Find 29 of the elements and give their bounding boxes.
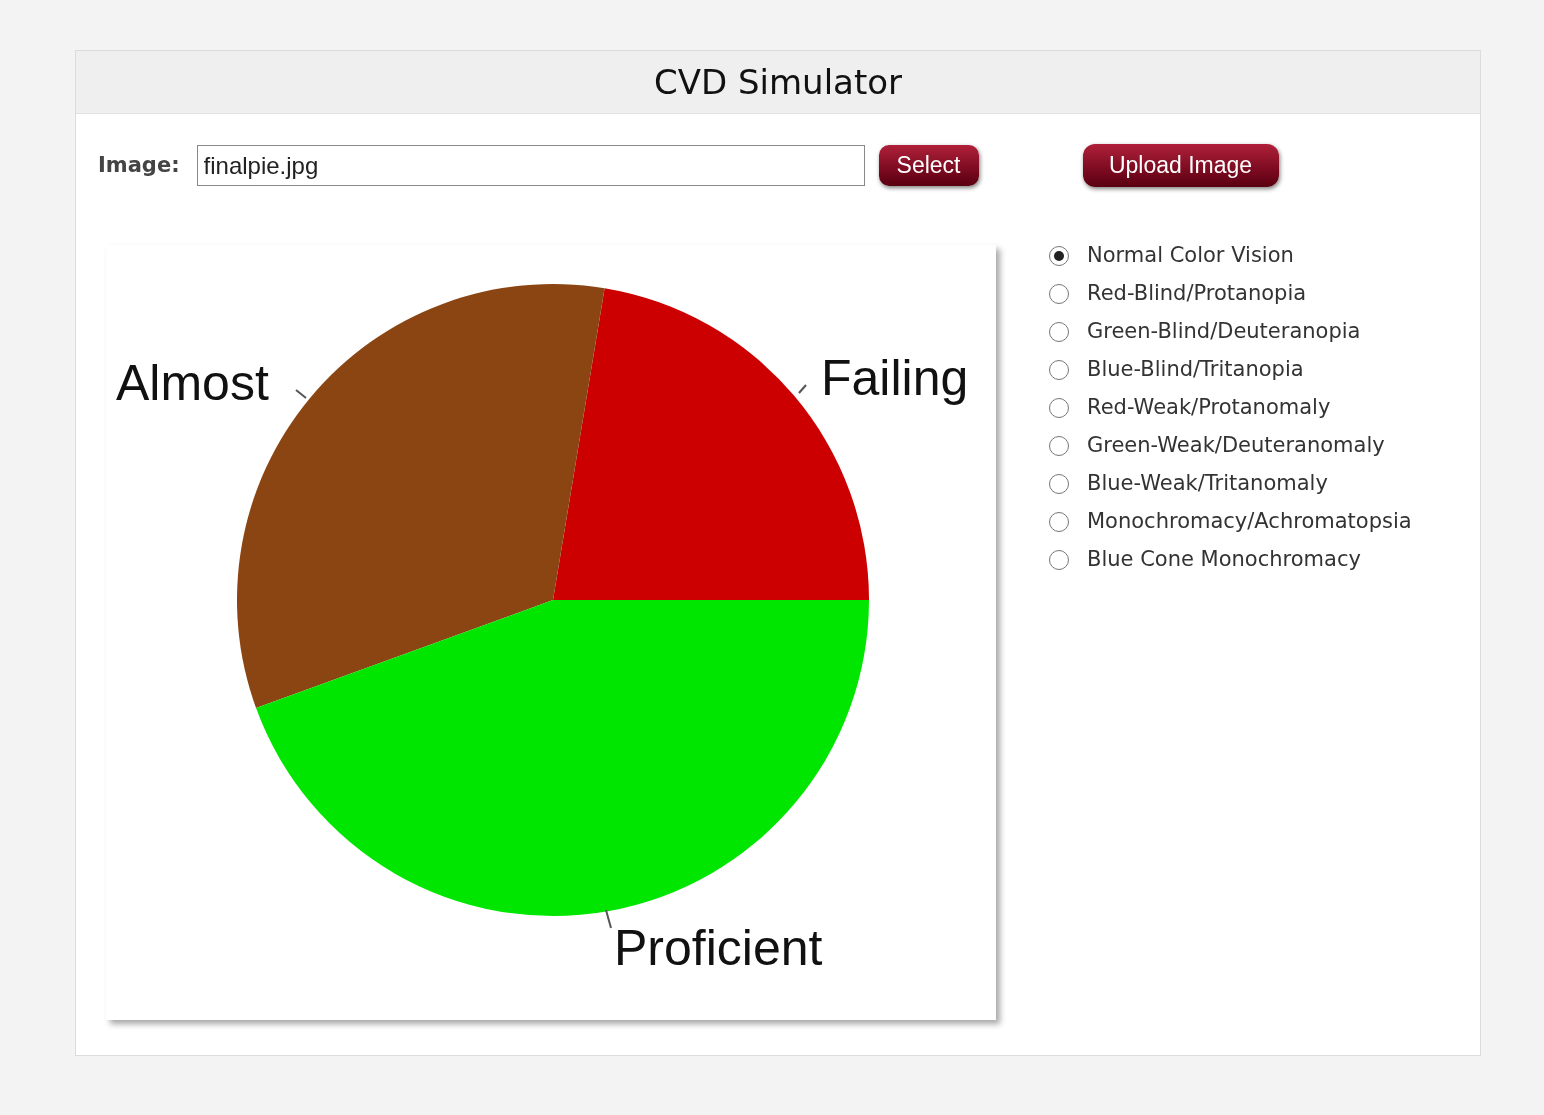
radio-button[interactable] <box>1049 246 1069 266</box>
image-label: Image: <box>98 151 180 179</box>
radio-label[interactable]: Blue Cone Monochromacy <box>1087 544 1361 576</box>
leader-line <box>798 384 807 394</box>
select-button[interactable]: Select <box>878 145 979 186</box>
radio-label[interactable]: Red-Weak/Protanomaly <box>1087 392 1331 424</box>
upload-image-button[interactable]: Upload Image <box>1082 144 1279 187</box>
radio-button[interactable] <box>1049 436 1069 456</box>
pie-label: Failing <box>821 350 969 406</box>
file-name-field[interactable]: finalpie.jpg <box>196 145 865 186</box>
radio-label[interactable]: Normal Color Vision <box>1087 240 1294 272</box>
panel-title: CVD Simulator <box>653 60 903 104</box>
radio-label[interactable]: Red-Blind/Protanopia <box>1087 278 1307 310</box>
pie-label: Almost <box>116 355 269 411</box>
radio-label[interactable]: Monochromacy/Achromatopsia <box>1087 506 1412 538</box>
pie-label: Proficient <box>614 920 823 976</box>
radio-label[interactable]: Green-Weak/Deuteranomaly <box>1087 430 1385 462</box>
radio-label[interactable]: Blue-Blind/Tritanopia <box>1087 354 1304 386</box>
leader-line <box>605 909 612 929</box>
radio-button[interactable] <box>1049 512 1069 532</box>
radio-button[interactable] <box>1049 284 1069 304</box>
leader-line <box>295 389 307 399</box>
radio-button[interactable] <box>1049 398 1069 418</box>
radio-button[interactable] <box>1049 322 1069 342</box>
radio-button[interactable] <box>1049 474 1069 494</box>
radio-button[interactable] <box>1049 550 1069 570</box>
radio-label[interactable]: Green-Blind/Deuteranopia <box>1087 316 1361 348</box>
radio-label[interactable]: Blue-Weak/Tritanomaly <box>1087 468 1328 500</box>
radio-button[interactable] <box>1049 360 1069 380</box>
